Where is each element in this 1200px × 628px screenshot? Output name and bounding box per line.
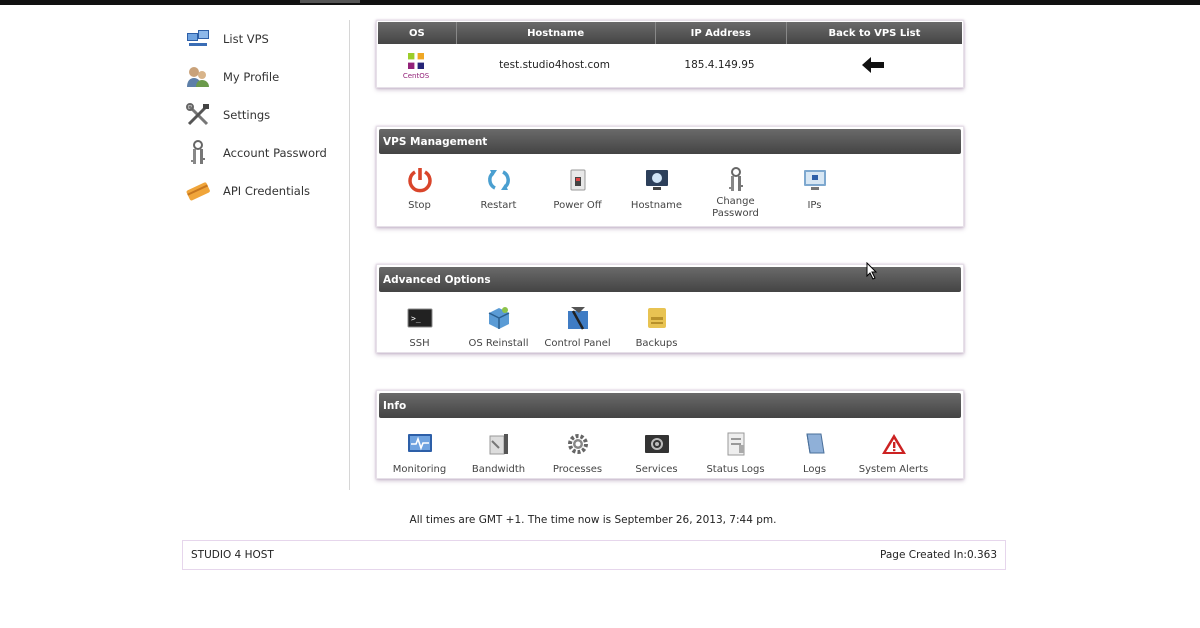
keys-icon bbox=[185, 140, 211, 165]
tile-label: Services bbox=[635, 464, 678, 475]
control-panel-icon bbox=[564, 304, 592, 332]
bandwidth-button[interactable]: Bandwidth bbox=[459, 430, 538, 476]
hostname-cell: test.studio4host.com bbox=[499, 59, 610, 71]
brand-logo bbox=[300, 0, 360, 3]
tile-label: SSH bbox=[409, 338, 430, 349]
servers-icon bbox=[185, 27, 211, 51]
svg-text:>_: >_ bbox=[411, 314, 421, 323]
services-monitor-icon bbox=[643, 430, 671, 458]
backup-drive-icon bbox=[643, 304, 671, 332]
timezone-note: All times are GMT +1. The time now is Se… bbox=[409, 514, 777, 526]
monitor-globe-icon bbox=[643, 166, 671, 194]
tile-label: IPs bbox=[807, 200, 822, 211]
processes-button[interactable]: Processes bbox=[538, 430, 617, 476]
sidebar-item-label: API Credentials bbox=[223, 184, 311, 198]
status-logs-button[interactable]: Status Logs bbox=[696, 430, 775, 476]
services-button[interactable]: Services bbox=[617, 430, 696, 476]
tile-label: Logs bbox=[802, 464, 827, 475]
switch-icon bbox=[564, 166, 592, 194]
tile-label: Control Panel bbox=[544, 338, 611, 349]
document-icon bbox=[722, 430, 750, 458]
tile-label: Monitoring bbox=[392, 464, 447, 475]
keys-icon bbox=[722, 166, 750, 194]
column-header-back: Back to VPS List bbox=[828, 27, 921, 39]
column-header-ip: IP Address bbox=[656, 22, 787, 44]
sidebar-item-label: My Profile bbox=[223, 70, 280, 84]
tile-label: Status Logs bbox=[706, 464, 765, 475]
tile-label: Backups bbox=[635, 338, 678, 349]
tools-icon bbox=[185, 103, 211, 127]
users-icon bbox=[185, 65, 211, 89]
terminal-icon: >_ bbox=[406, 304, 434, 332]
card-icon bbox=[185, 179, 211, 203]
back-arrow-icon[interactable] bbox=[862, 57, 884, 73]
power-icon bbox=[406, 166, 434, 194]
top-bar bbox=[0, 0, 1200, 5]
panel-title: Info bbox=[379, 393, 961, 418]
hostname-button[interactable]: Hostname bbox=[617, 166, 696, 220]
power-off-button[interactable]: Power Off bbox=[538, 166, 617, 220]
column-header-hostname: Hostname bbox=[457, 22, 656, 44]
sidebar-item-account-password[interactable]: Account Password bbox=[185, 134, 350, 172]
log-page-icon bbox=[801, 430, 829, 458]
sidebar-item-list-vps[interactable]: List VPS bbox=[185, 20, 350, 58]
sidebar-item-label: List VPS bbox=[223, 32, 269, 46]
advanced-actions: >_ SSH OS Reinstall Control Panel Backup… bbox=[377, 304, 963, 350]
monitoring-button[interactable]: Monitoring bbox=[380, 430, 459, 476]
sidebar: List VPS My Profile Settings Account Pas… bbox=[185, 20, 350, 210]
gear-icon bbox=[564, 430, 592, 458]
tile-label: OS Reinstall bbox=[468, 338, 529, 349]
warning-icon bbox=[880, 430, 908, 458]
info-panel: Info Monitoring Bandwidth Processes Serv… bbox=[376, 390, 964, 479]
package-icon bbox=[485, 304, 513, 332]
tile-label: Change Password bbox=[712, 196, 759, 219]
back-cell bbox=[785, 44, 961, 86]
vps-summary-table: OS Hostname IP Address Back to VPS List … bbox=[376, 20, 964, 88]
sidebar-item-settings[interactable]: Settings bbox=[185, 96, 350, 134]
page-created-time: Page Created In:0.363 bbox=[880, 549, 997, 561]
backups-button[interactable]: Backups bbox=[617, 304, 696, 350]
logs-button[interactable]: Logs bbox=[775, 430, 854, 476]
ips-button[interactable]: IPs bbox=[775, 166, 854, 220]
tile-label: System Alerts bbox=[858, 464, 929, 475]
sidebar-item-label: Account Password bbox=[223, 146, 327, 160]
system-alerts-button[interactable]: System Alerts bbox=[854, 430, 933, 476]
sidebar-item-my-profile[interactable]: My Profile bbox=[185, 58, 350, 96]
control-panel-button[interactable]: Control Panel bbox=[538, 304, 617, 350]
tile-label: Processes bbox=[552, 464, 603, 475]
os-reinstall-button[interactable]: OS Reinstall bbox=[459, 304, 538, 350]
footer-brand: STUDIO 4 HOST bbox=[191, 549, 274, 561]
sidebar-item-label: Settings bbox=[223, 108, 271, 122]
monitoring-icon bbox=[406, 430, 434, 458]
footer-bar: STUDIO 4 HOST Page Created In:0.363 bbox=[182, 540, 1006, 570]
tile-label: Stop bbox=[408, 200, 431, 211]
table-header: OS Hostname IP Address Back to VPS List bbox=[378, 22, 962, 44]
bandwidth-icon bbox=[485, 430, 513, 458]
column-header-os: OS bbox=[378, 22, 457, 44]
sidebar-item-api-credentials[interactable]: API Credentials bbox=[185, 172, 350, 210]
ssh-button[interactable]: >_ SSH bbox=[380, 304, 459, 350]
mouse-cursor-icon bbox=[866, 261, 878, 284]
panel-title: VPS Management bbox=[379, 129, 961, 154]
centos-logo-icon bbox=[406, 50, 426, 71]
ip-cell: 185.4.149.95 bbox=[684, 59, 755, 71]
restart-button[interactable]: Restart bbox=[459, 166, 538, 220]
tile-label: Bandwidth bbox=[471, 464, 526, 475]
change-password-button[interactable]: Change Password bbox=[696, 166, 775, 220]
vps-management-panel: VPS Management Stop Restart Power Off Ho… bbox=[376, 126, 964, 227]
management-actions: Stop Restart Power Off Hostname Change Pa… bbox=[377, 166, 963, 220]
os-label: CentOS bbox=[402, 71, 430, 80]
info-actions: Monitoring Bandwidth Processes Services … bbox=[377, 430, 963, 476]
restart-icon bbox=[485, 166, 513, 194]
sidebar-divider bbox=[349, 20, 350, 490]
tile-label: Power Off bbox=[553, 200, 602, 211]
network-monitor-icon bbox=[801, 166, 829, 194]
tile-label: Restart bbox=[480, 200, 517, 211]
table-row: CentOS test.studio4host.com 185.4.149.95 bbox=[377, 44, 963, 86]
stop-button[interactable]: Stop bbox=[380, 166, 459, 220]
tile-label: Hostname bbox=[630, 200, 683, 211]
os-cell: CentOS bbox=[377, 44, 455, 86]
